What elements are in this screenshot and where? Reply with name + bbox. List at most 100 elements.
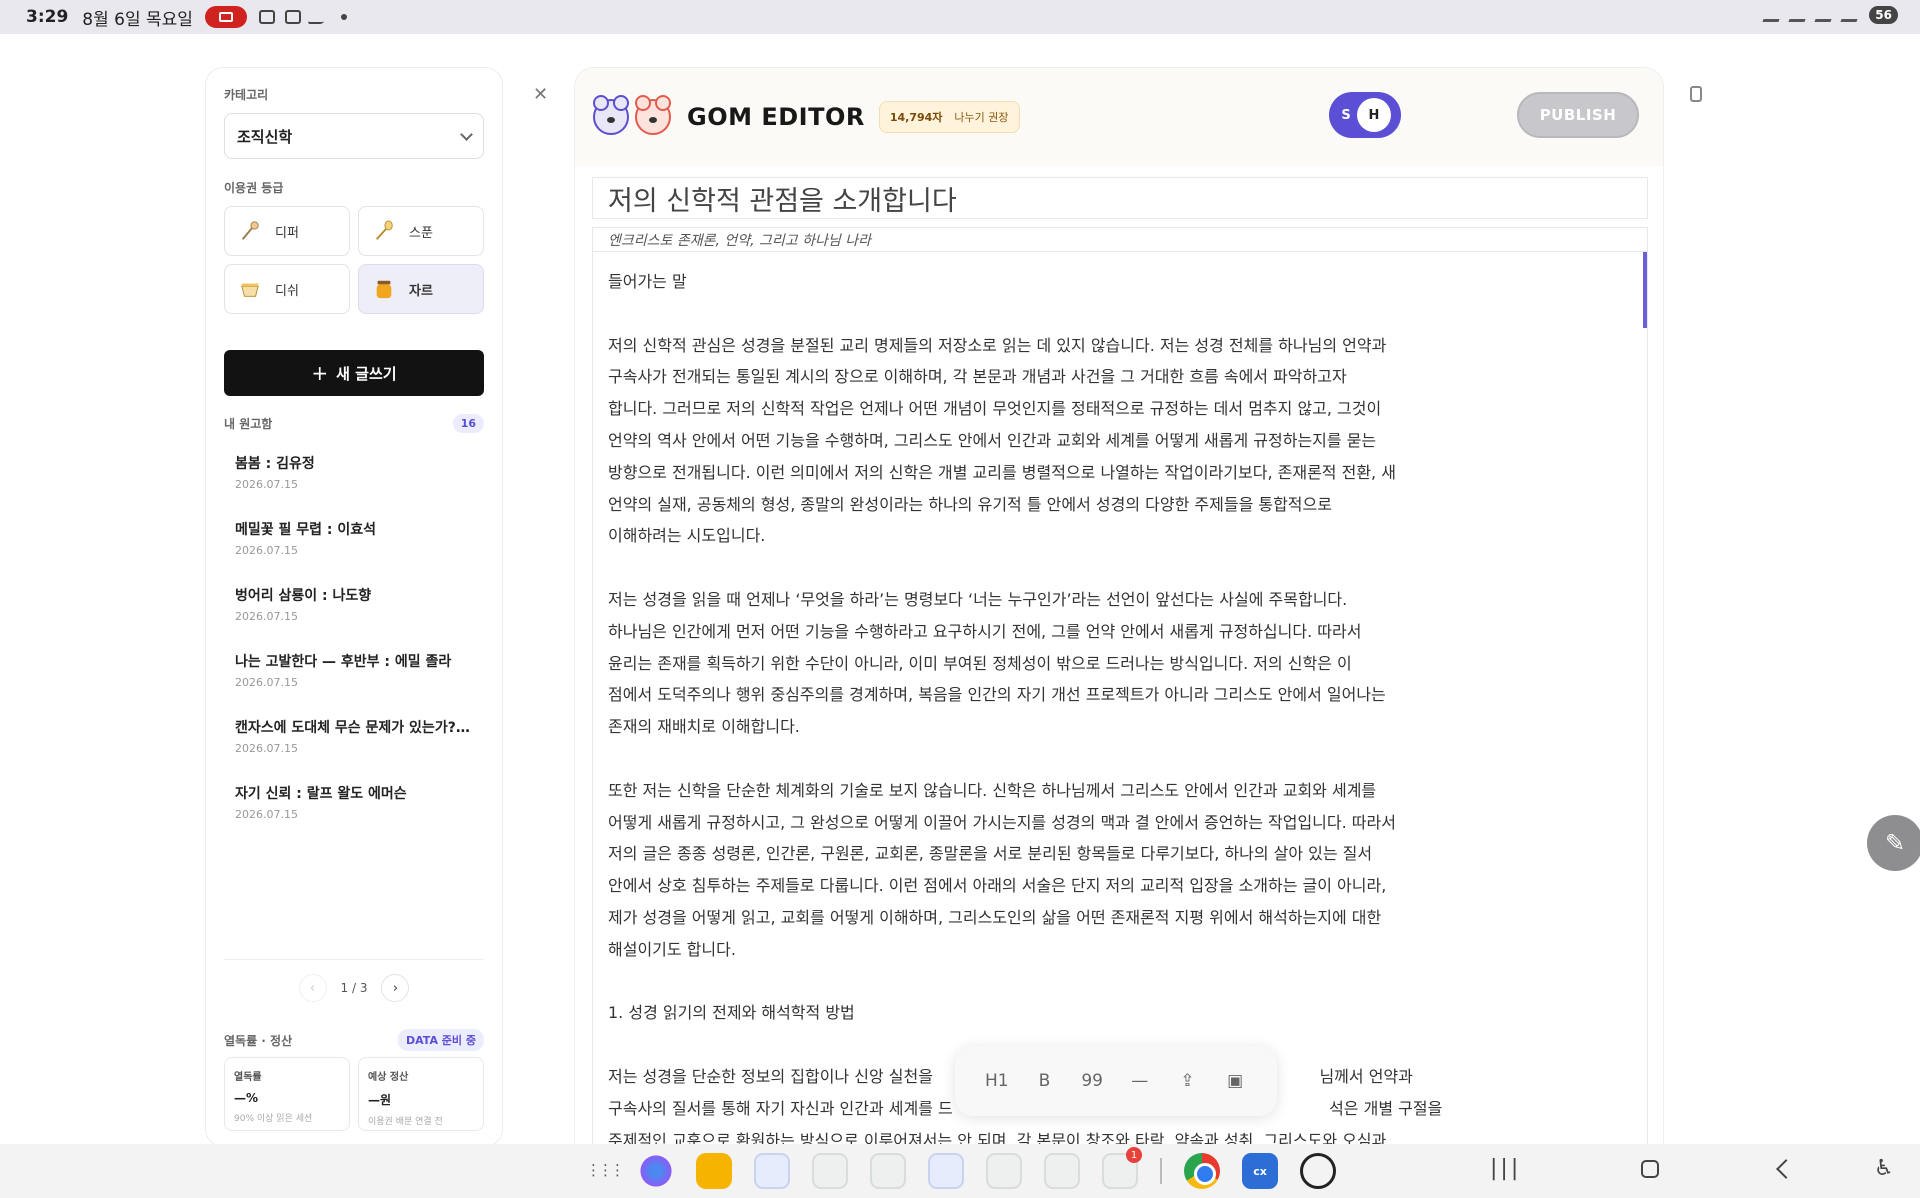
grade-label-spoon: 스푼 <box>409 225 433 241</box>
prev-page-button[interactable]: ‹ <box>298 974 327 1002</box>
grade-option-dipper[interactable]: 디퍼 <box>224 206 350 256</box>
sh-mode-toggle[interactable]: S H <box>1329 92 1401 138</box>
next-page-button[interactable]: › <box>381 974 410 1002</box>
grade-option-spoon[interactable]: 스푼 <box>358 206 484 256</box>
draft-title: 봄봄 : 김유정 <box>235 456 315 472</box>
draft-date: 2026.07.15 <box>235 478 298 491</box>
folder-icon[interactable] <box>986 1153 1022 1189</box>
drafts-header: 내 원고함 16 <box>224 414 484 433</box>
app-logo-text: GOM EDITOR <box>687 103 865 131</box>
draft-title: 메밀꽃 필 무렵 : 이효석 <box>235 522 377 538</box>
app-drawer-icon[interactable] <box>580 1153 622 1189</box>
spoon-icon <box>375 220 393 240</box>
grade-label: 이용권 등급 <box>224 181 284 195</box>
body-line: 합니다. 그러므로 저의 신학적 작업은 언제나 어떤 개념이 무엇인지를 정태… <box>608 399 1382 419</box>
stats-label: 열독률 · 정산 <box>224 1033 293 1048</box>
folder-icon[interactable] <box>928 1153 964 1189</box>
screen-record-icon[interactable] <box>204 6 247 28</box>
body-line: 방향으로 전개됩니다. 이런 의미에서 저의 신학은 개별 교리를 병렬적으로 … <box>608 462 1396 482</box>
status-right: 56 <box>1762 6 1898 24</box>
body-line: 구속사가 전개되는 통일된 계시의 장으로 이해하며, 각 본문과 개념과 사건… <box>608 367 1347 387</box>
title-input[interactable]: 저의 신학적 관점을 소개합니다 <box>592 177 1648 219</box>
upload-button[interactable]: ⇪ <box>1172 1071 1202 1091</box>
folder-icon[interactable] <box>1044 1153 1080 1189</box>
draft-date: 2026.07.15 <box>235 808 298 821</box>
body-line: 하나님은 인간에게 먼저 어떤 기능을 수행하라고 요구하시기 전에, 그를 언… <box>608 621 1362 641</box>
back-icon[interactable] <box>1776 1158 1797 1179</box>
folder-icon[interactable] <box>812 1153 848 1189</box>
draft-title: 벙어리 삼룡이 : 나도향 <box>235 588 372 604</box>
edit-pen-icon[interactable]: ✎ <box>1867 815 1920 871</box>
body-editor[interactable]: 들어가는 말 저의 신학적 관심은 성경을 분절된 교리 명제들의 저장소로 읽… <box>592 251 1648 1166</box>
chevron-down-icon <box>460 127 473 141</box>
dish-icon <box>241 283 259 297</box>
category-label: 카테고리 <box>224 88 269 102</box>
body-line: 저는 성경을 읽을 때 언제나 ‘무엇을 하라’는 명령보다 ‘너는 누구인가’… <box>608 589 1348 609</box>
stat-label: 열독률 <box>234 1072 262 1083</box>
grade-option-dish[interactable]: 디쉬 <box>224 264 350 314</box>
scrollbar[interactable] <box>1643 252 1647 328</box>
category-value: 조직신학 <box>237 127 293 146</box>
body-line: 안에서 상호 침투하는 주제들로 다룹니다. 이런 점에서 아래의 서술은 단지… <box>608 876 1387 896</box>
app-icon[interactable] <box>696 1153 732 1189</box>
cx-file-explorer-icon[interactable]: cx <box>1242 1153 1278 1189</box>
accessibility-icon[interactable]: ♿ <box>1874 1156 1894 1181</box>
settlement-card: 예상 정산 —원 이용권 배분 연결 전 <box>358 1057 484 1131</box>
list-item[interactable]: 봄봄 : 김유정 2026.07.15 <box>224 453 484 491</box>
grade-options: 디퍼 스푼 디쉬 자르 <box>224 206 484 314</box>
draft-title: 자기 신뢰 : 랄프 왈도 에머슨 <box>235 786 407 802</box>
publish-button[interactable]: PUBLISH <box>1517 92 1639 138</box>
heading-button[interactable]: H1 <box>982 1071 1012 1091</box>
clock: 3:29 <box>26 7 69 27</box>
new-post-button[interactable]: + 새 글쓰기 <box>224 350 484 396</box>
editor-header: GOM EDITOR 14,794자 나누기 권장 S H PUBLISH <box>575 68 1663 166</box>
folder-icon[interactable] <box>870 1153 906 1189</box>
screenshot-icon <box>258 10 275 24</box>
chrome-icon[interactable] <box>1184 1153 1220 1189</box>
chatgpt-icon[interactable] <box>1300 1153 1336 1189</box>
list-item[interactable]: 메밀꽃 필 무렵 : 이효석 2026.07.15 <box>224 519 484 557</box>
draft-date: 2026.07.15 <box>235 544 298 557</box>
grade-option-jar[interactable]: 자르 <box>358 264 484 314</box>
stat-value: —% <box>234 1091 259 1105</box>
taskbar: 1 cx ||| ♿ <box>0 1144 1920 1198</box>
stat-value: —원 <box>368 1093 392 1107</box>
home-icon[interactable] <box>1641 1159 1660 1178</box>
subtitle-input[interactable]: 엔크리스토 존재론, 언약, 그리고 하나님 나라 <box>592 227 1648 251</box>
category-select[interactable]: 조직신학 <box>224 113 484 159</box>
page-indicator: 1 / 3 <box>340 981 368 995</box>
stat-hint: 90% 이상 읽은 세션 <box>234 1114 313 1124</box>
body-line: 1. 성경 읽기의 전제와 해석학적 방법 <box>608 1003 855 1023</box>
signal-icon <box>1840 8 1862 22</box>
recent-apps-icon[interactable]: ||| <box>1490 1156 1521 1181</box>
draft-title: 캔자스에 도대체 무슨 문제가 있는가? : ... <box>235 720 473 736</box>
folder-icon[interactable] <box>754 1153 790 1189</box>
status-bar: 3:29 8월 6일 목요일 56 <box>0 0 1920 34</box>
bold-button[interactable]: B <box>1029 1071 1059 1091</box>
quote-button[interactable]: 99 <box>1077 1071 1107 1091</box>
list-item[interactable]: 벙어리 삼룡이 : 나도향 2026.07.15 <box>224 585 484 623</box>
format-toolbar: H1 B 99 — ⇪ ▣ <box>955 1046 1277 1116</box>
bear-logo-icon <box>593 95 629 135</box>
divider-button[interactable]: — <box>1125 1071 1155 1091</box>
folder-icon[interactable]: 1 <box>1102 1147 1142 1189</box>
device-preview-icon[interactable] <box>1690 86 1702 102</box>
close-sidebar-icon[interactable]: ✕ <box>533 84 548 105</box>
list-item[interactable]: 캔자스에 도대체 무슨 문제가 있는가? : ... 2026.07.15 <box>224 717 484 755</box>
ladle-icon <box>241 221 259 240</box>
list-item[interactable]: 자기 신뢰 : 랄프 왈도 에머슨 2026.07.15 <box>224 783 484 821</box>
stats-cards: 열독률 —% 90% 이상 읽은 세션 예상 정산 —원 이용권 배분 연결 전 <box>224 1057 484 1131</box>
drafts-list: 봄봄 : 김유정 2026.07.15 메밀꽃 필 무렵 : 이효석 2026.… <box>224 453 484 821</box>
list-item[interactable]: 나는 고발한다 — 후반부 : 에밀 졸라 2026.07.15 <box>224 651 484 689</box>
draft-date: 2026.07.15 <box>235 610 298 623</box>
body-line: 또한 저는 신학을 단순한 체계화의 기술로 보지 않습니다. 신학은 하나님께… <box>608 780 1377 800</box>
body-line: 점에서 도덕주의나 행위 중심주의를 경계하며, 복음을 인간의 자기 개선 프… <box>608 685 1386 705</box>
gemini-icon[interactable] <box>638 1153 674 1189</box>
body-line: 윤리는 존재를 획득하기 위한 수단이 아니라, 이미 부여된 정체성이 밖으로… <box>608 653 1352 673</box>
divider <box>224 959 484 960</box>
draft-date: 2026.07.15 <box>235 742 298 755</box>
bear-logo-icon <box>635 95 671 135</box>
image-button[interactable]: ▣ <box>1220 1071 1250 1091</box>
